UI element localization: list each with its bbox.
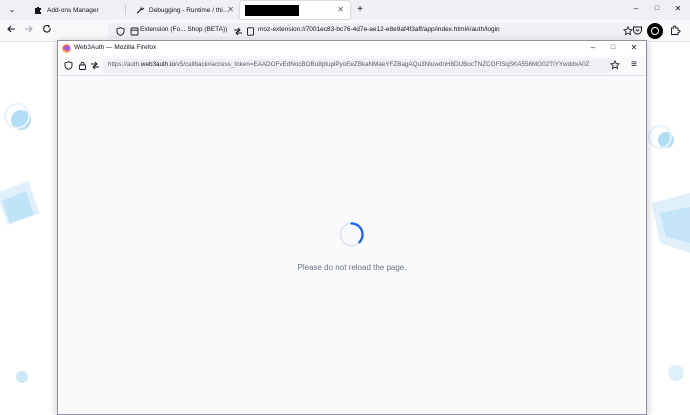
navigation-toolbar: Extension (Fo... Shop (BETA)) moz-extens… — [0, 20, 690, 42]
popup-minimize-button[interactable]: – — [587, 42, 599, 54]
extension-page-icon — [128, 25, 140, 37]
shield-icon[interactable] — [114, 25, 126, 37]
url-text[interactable]: moz-extension://7001ec83-bc76-4d7e-ae12-… — [258, 26, 500, 33]
shield-icon[interactable] — [64, 61, 74, 71]
web3auth-popup-window: Web3Auth — Mozilla Firefox – □ ✕ https:/… — [57, 40, 647, 415]
maximize-button[interactable]: □ — [650, 2, 664, 16]
tab-addons-manager[interactable]: Add-ons Manager — [26, 1, 122, 19]
tab-list-chevron[interactable]: ⌄ — [6, 4, 18, 16]
pocket-icon[interactable] — [632, 25, 644, 37]
popup-title-bar: Web3Auth — Mozilla Firefox – □ ✕ — [58, 41, 646, 56]
popup-url-toolbar: https://auth.web3auth.io/v5/callback#acc… — [58, 56, 646, 76]
redacted-block — [245, 5, 299, 16]
tab-active-redacted[interactable]: ✕ — [240, 1, 350, 19]
tab-strip: ⌄ Add-ons Manager Debugging - Runtime / … — [0, 0, 690, 20]
tab-label: Debugging - Runtime / this-fire — [149, 6, 231, 14]
loading-message: Please do not reload the page. — [297, 263, 407, 272]
bookmark-star-icon[interactable] — [609, 59, 621, 70]
popup-title: Web3Auth — Mozilla Firefox — [74, 44, 157, 51]
lock-icon[interactable] — [78, 61, 88, 71]
popup-content-area: Please do not reload the page. — [58, 77, 646, 414]
tab-close-icon[interactable]: ✕ — [337, 5, 344, 14]
extension-toolbar-icon[interactable] — [647, 23, 663, 39]
close-window-button[interactable]: ✕ — [671, 2, 685, 16]
page-info-icon[interactable] — [244, 25, 256, 37]
tab-divider — [125, 5, 126, 15]
tab-label: Add-ons Manager — [47, 6, 99, 14]
minimize-button[interactable]: – — [629, 2, 643, 16]
popup-close-button[interactable]: ✕ — [628, 42, 640, 54]
popup-url-text[interactable]: https://auth.web3auth.io/v5/callback#acc… — [108, 61, 589, 68]
tab-debugging-runtime[interactable]: Debugging - Runtime / this-fire ✕ — [128, 1, 238, 19]
permissions-icon[interactable] — [90, 61, 100, 71]
new-tab-button[interactable]: + — [353, 3, 367, 17]
loading-spinner-icon — [339, 222, 364, 247]
puzzle-icon — [34, 6, 42, 14]
wrench-icon — [136, 6, 144, 14]
permissions-icon[interactable] — [232, 25, 244, 37]
forward-arrow-icon[interactable] — [22, 24, 36, 38]
hamburger-menu-icon[interactable]: ≡ — [628, 59, 640, 71]
popup-address-bar[interactable]: https://auth.web3auth.io/v5/callback#acc… — [102, 59, 614, 73]
popup-maximize-button[interactable]: □ — [607, 42, 619, 54]
extension-name-label: Extension (Fo... Shop (BETA)) — [140, 26, 228, 33]
extensions-puzzle-icon[interactable] — [670, 25, 682, 37]
firefox-logo-icon — [62, 44, 71, 53]
reload-icon[interactable] — [40, 24, 54, 38]
tab-close-icon[interactable]: ✕ — [227, 5, 234, 14]
back-arrow-icon[interactable] — [4, 24, 18, 38]
address-bar[interactable]: Extension (Fo... Shop (BETA)) moz-extens… — [108, 23, 638, 39]
